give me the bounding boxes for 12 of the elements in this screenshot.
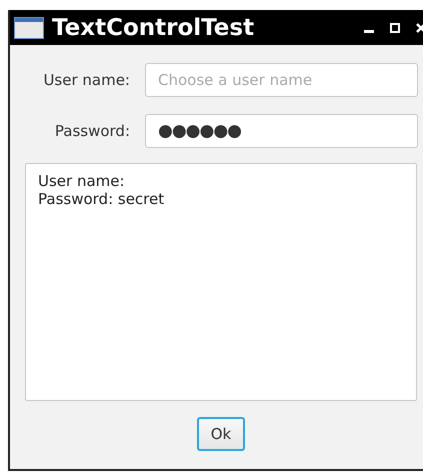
output-text-area[interactable]: User name: Password: secret <box>25 163 417 401</box>
window-title: TextControlTest <box>52 14 254 40</box>
window-icon <box>14 16 44 38</box>
output-line: Password: secret <box>38 190 166 208</box>
username-field[interactable]: Choose a user name <box>145 63 418 97</box>
maximize-icon[interactable] <box>390 22 400 32</box>
ok-button[interactable]: Ok <box>197 417 245 451</box>
password-field[interactable]: ●●●●●● <box>145 114 418 148</box>
close-icon[interactable] <box>416 22 423 32</box>
output-line: User name: <box>38 172 126 190</box>
field-label: Password: <box>54 122 130 140</box>
field-label: User name: <box>42 71 130 89</box>
